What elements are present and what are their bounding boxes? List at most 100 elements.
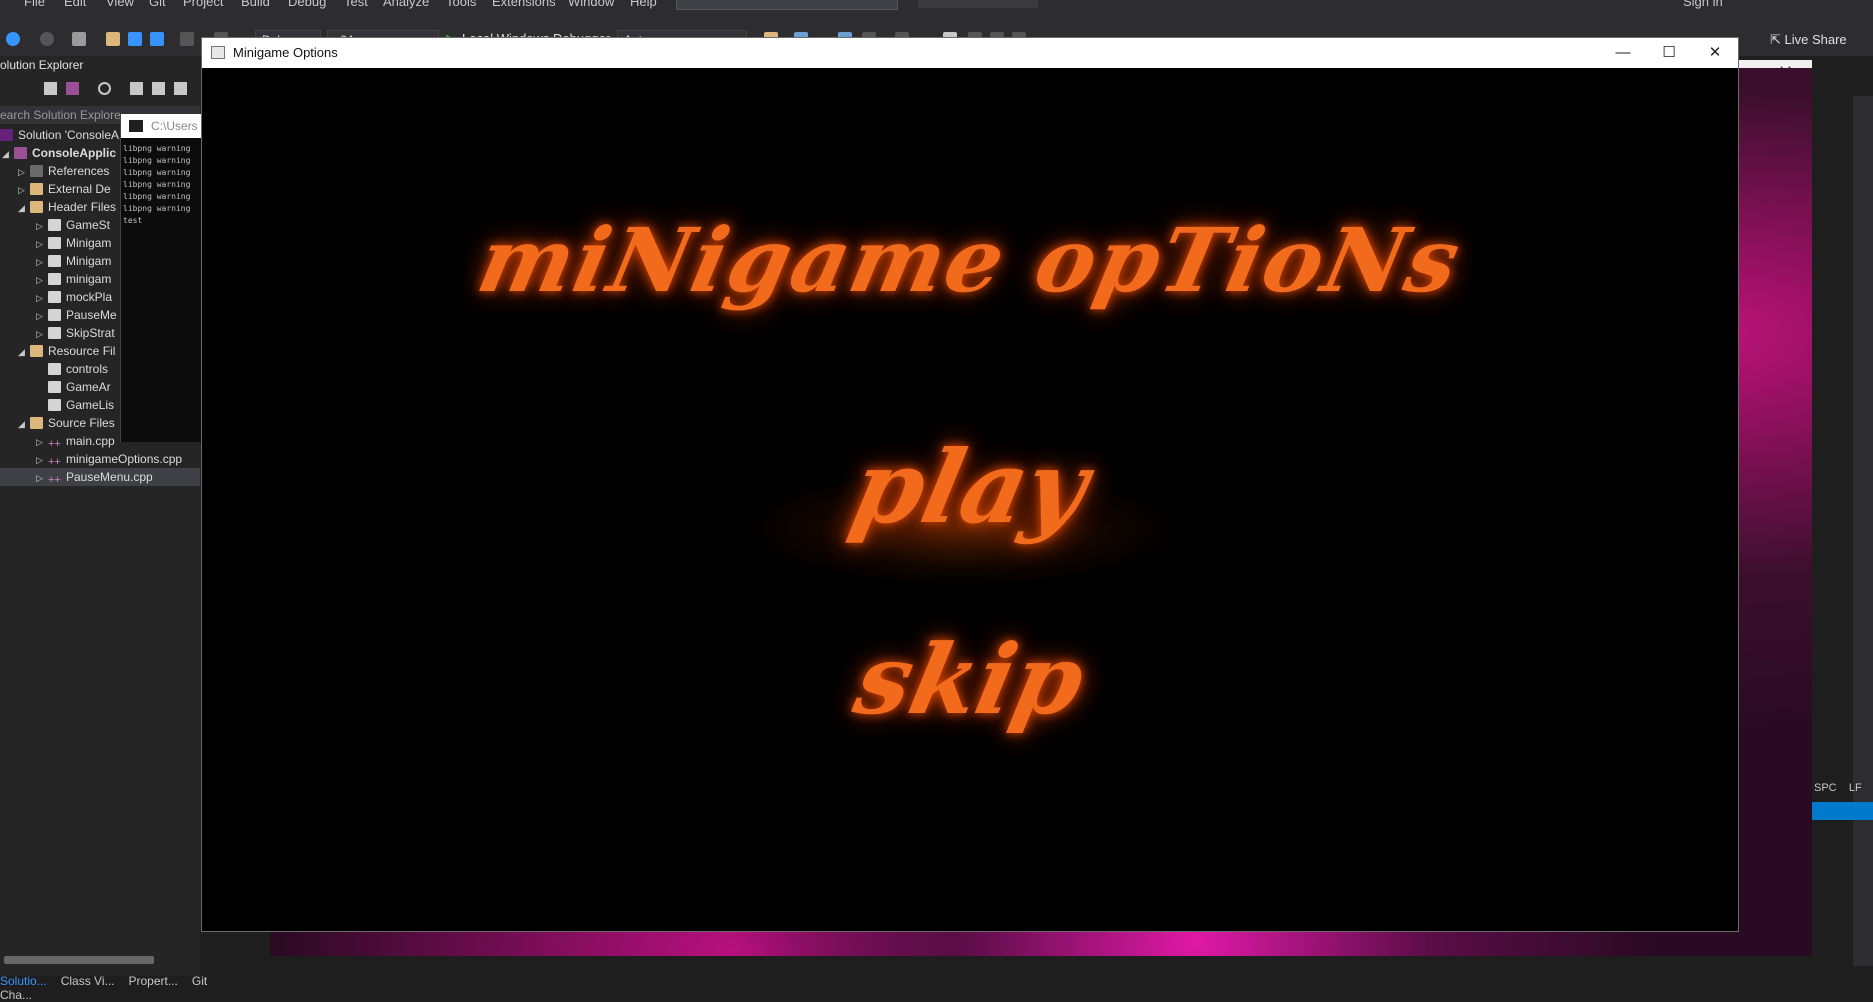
tab-solution-explorer[interactable]: Solutio... [0,974,47,988]
minimize-button[interactable]: — [1600,38,1646,68]
live-share-button[interactable]: ⇱ Live Share [1770,32,1847,48]
collapsed-icon[interactable]: ▷ [36,253,48,271]
vertical-scrollbar[interactable] [1853,96,1873,966]
collapsed-icon[interactable]: ▷ [36,271,48,289]
header-file-icon [48,255,61,267]
tree-file[interactable]: ▷ minigam [36,270,111,288]
menu-project[interactable]: Project [183,0,223,9]
undo-icon[interactable] [180,32,194,46]
menu-debug[interactable]: Debug [288,0,326,9]
collapsed-icon[interactable]: ▷ [36,325,48,343]
project-name-badge [918,0,1038,8]
minimize-icon: — [1615,44,1631,61]
tab-class-view[interactable]: Class Vi... [61,974,115,988]
ide-search-box[interactable] [676,0,898,10]
tree-file[interactable]: ▷ ++ minigameOptions.cpp [36,450,182,468]
collapsed-icon[interactable]: ▷ [36,217,48,235]
tree-external-deps[interactable]: ▷ External De [18,180,111,198]
show-all-files-icon[interactable] [174,82,187,95]
references-icon [30,165,43,177]
tree-header-files[interactable]: ◢ Header Files [18,198,116,216]
save-all-icon[interactable] [150,32,164,46]
app-icon [211,46,225,59]
menu-tools[interactable]: Tools [446,0,476,9]
tree-references[interactable]: ▷ References [18,162,109,180]
collapsed-icon[interactable]: ▷ [18,181,30,199]
encoding-status[interactable]: SPC [1814,782,1837,794]
console-line: libpng warning [123,180,191,189]
menu-file[interactable]: File [24,0,45,9]
tree-file[interactable]: ▷ Minigam [36,252,111,270]
menu-build[interactable]: Build [241,0,270,9]
folder-icon [30,201,43,213]
collapsed-icon[interactable]: ▷ [36,289,48,307]
open-folder-icon[interactable] [106,32,120,46]
console-line: libpng warning [123,156,191,165]
new-item-icon[interactable] [72,32,86,46]
tree-file[interactable]: GameAr [48,378,111,396]
header-file-icon [48,273,61,285]
menu-test[interactable]: Test [344,0,368,9]
tree-file[interactable]: ▷ PauseMe [36,306,117,324]
solution-explorer-toolbar [0,78,200,100]
console-line: libpng warning [123,168,191,177]
sync-icon[interactable] [130,82,143,95]
file-icon [48,399,61,411]
tree-project[interactable]: ◢ ConsoleApplic [2,144,116,162]
expanded-icon[interactable]: ◢ [2,145,14,163]
console-line: libpng warning [123,144,191,153]
tree-file[interactable]: ▷ ++ main.cpp [36,432,115,450]
horizontal-scrollbar[interactable] [4,956,154,964]
panel-tabs: Solutio... Class Vi... Propert... Git Cha..… [0,974,240,1002]
home-icon[interactable] [44,82,57,95]
tree-file[interactable]: controls [48,360,108,378]
tree-file[interactable]: GameLis [48,396,114,414]
maximize-button[interactable]: ☐ [1646,38,1692,68]
menu-edit[interactable]: Edit [64,0,86,9]
switch-views-icon[interactable] [66,82,79,95]
line-ending-status[interactable]: LF [1849,782,1862,794]
tree-file[interactable]: ▷ mockPla [36,288,112,306]
folder-icon [30,183,43,195]
tree-source-files[interactable]: ◢ Source Files [18,414,115,432]
solution-explorer-title: olution Explorer [0,58,84,72]
collapsed-icon[interactable]: ▷ [36,307,48,325]
collapsed-icon[interactable]: ▷ [36,235,48,253]
collapsed-icon[interactable]: ▷ [18,163,30,181]
forward-icon[interactable] [40,32,54,46]
tree-file[interactable]: ▷ GameSt [36,216,110,234]
maximize-icon: ☐ [1662,44,1676,61]
tree-file[interactable]: ▷ SkipStrat [36,324,115,342]
collapsed-icon[interactable]: ▷ [36,433,48,451]
tree-file-selected[interactable]: ▷ ++ PauseMenu.cpp [0,468,200,486]
menu-window[interactable]: Window [568,0,614,9]
tree-file[interactable]: ▷ Minigam [36,234,111,252]
expanded-icon[interactable]: ◢ [18,415,30,433]
history-icon[interactable] [98,82,111,95]
close-button[interactable]: ✕ [1692,38,1738,68]
file-icon [48,363,61,375]
menu-git[interactable]: Git [149,0,166,9]
menu-extensions[interactable]: Extensions [492,0,556,9]
collapsed-icon[interactable]: ▷ [36,469,48,487]
tree-resource-files[interactable]: ◢ Resource Fil [18,342,115,360]
skip-button[interactable]: skip [202,623,1738,736]
editor-status: SPC LF [1814,782,1862,794]
back-icon[interactable] [6,32,20,46]
minigame-options-window: Minigame Options — ☐ ✕ miNigame opTioNs … [201,37,1739,932]
console-window: C:\Users libpng warning libpng warning l… [120,114,201,442]
collapse-all-icon[interactable] [152,82,165,95]
expanded-icon[interactable]: ◢ [18,343,30,361]
play-button[interactable]: play [202,428,1738,546]
menu-analyze[interactable]: Analyze [383,0,429,9]
share-icon: ⇱ [1770,32,1785,47]
sign-in-link[interactable]: Sign in [1683,0,1723,9]
tree-solution[interactable]: Solution 'ConsoleA [0,126,119,144]
menu-view[interactable]: View [106,0,134,9]
save-icon[interactable] [128,32,142,46]
project-icon [14,147,27,159]
expanded-icon[interactable]: ◢ [18,199,30,217]
tab-properties[interactable]: Propert... [129,974,178,988]
collapsed-icon[interactable]: ▷ [36,451,48,469]
menu-help[interactable]: Help [630,0,657,9]
